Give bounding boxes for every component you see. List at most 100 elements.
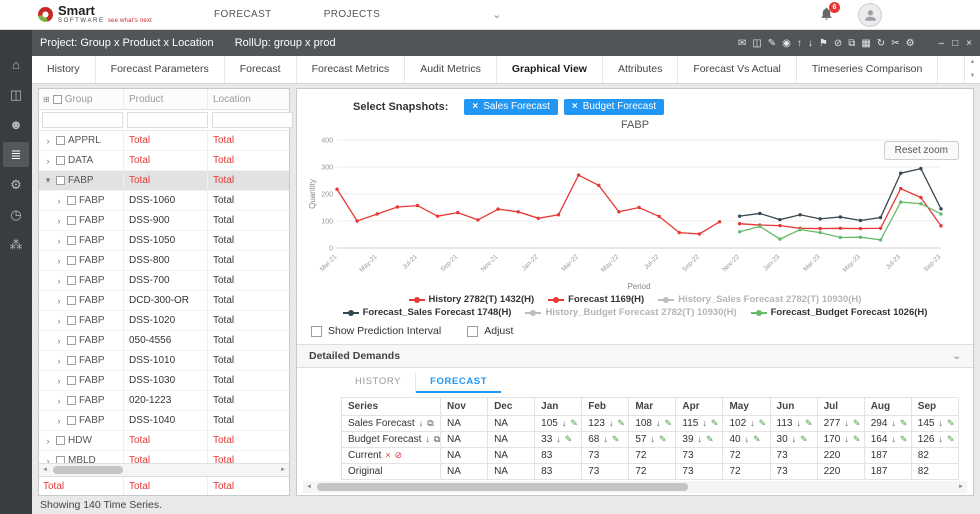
- nav-history-icon[interactable]: ◷: [3, 202, 29, 227]
- tree-row[interactable]: ›DATATotalTotal: [39, 151, 289, 171]
- value-cell[interactable]: 39↓✎: [676, 432, 723, 448]
- restore-icon[interactable]: □: [952, 38, 958, 49]
- column-header[interactable]: Mar: [629, 398, 676, 416]
- collapse-chevron-icon[interactable]: ⌄: [952, 350, 961, 362]
- edit-icon[interactable]: ✎: [612, 434, 620, 444]
- edit-icon[interactable]: ✎: [947, 434, 955, 444]
- legend-item[interactable]: Forecast_Budget Forecast 1026(H): [751, 307, 928, 318]
- row-checkbox[interactable]: [67, 216, 76, 225]
- tree-row[interactable]: ›FABPDSS-1040Total: [39, 411, 289, 431]
- row-checkbox[interactable]: [56, 156, 65, 165]
- value-cell[interactable]: 40↓✎: [723, 432, 770, 448]
- arrow-down-icon[interactable]: ↓: [750, 418, 755, 428]
- column-header[interactable]: Aug: [864, 398, 911, 416]
- edit-icon[interactable]: ✎: [853, 418, 861, 428]
- record-icon[interactable]: ◉: [782, 38, 791, 49]
- row-checkbox[interactable]: [56, 176, 65, 185]
- edit-icon[interactable]: ✎: [900, 434, 908, 444]
- row-checkbox[interactable]: [67, 316, 76, 325]
- report-icon[interactable]: ◫: [752, 38, 761, 49]
- value-cell[interactable]: 123↓✎: [582, 416, 629, 432]
- tab-history[interactable]: History: [32, 56, 96, 83]
- grid-icon[interactable]: ▦: [861, 38, 870, 49]
- scroll-down-icon[interactable]: ▼: [965, 70, 980, 84]
- notifications-button[interactable]: 6: [819, 6, 834, 24]
- tree-row[interactable]: ›FABPDSS-1010Total: [39, 351, 289, 371]
- arrow-down-icon[interactable]: ↓: [745, 434, 750, 444]
- menu-forecast[interactable]: FORECAST: [214, 9, 272, 20]
- tab-forecast[interactable]: Forecast: [225, 56, 297, 83]
- mail-icon[interactable]: ✉: [738, 38, 746, 49]
- nav-reports-icon[interactable]: ◫: [3, 82, 29, 107]
- edit-icon[interactable]: ✎: [900, 418, 908, 428]
- tree-row[interactable]: ›FABPDSS-1020Total: [39, 311, 289, 331]
- edit-icon[interactable]: ✎: [805, 418, 813, 428]
- tree-row[interactable]: ›MBLDTotalTotal: [39, 451, 289, 463]
- column-header[interactable]: Nov: [441, 398, 488, 416]
- column-header[interactable]: Sep: [911, 398, 958, 416]
- row-checkbox[interactable]: [67, 236, 76, 245]
- tree-row[interactable]: ›FABPDSS-1050Total: [39, 231, 289, 251]
- tree-row[interactable]: ›APPRLTotalTotal: [39, 131, 289, 151]
- tree-row[interactable]: ›FABPDSS-900Total: [39, 211, 289, 231]
- sort-icon[interactable]: ↓: [425, 434, 430, 444]
- legend-item[interactable]: History 2782(T) 1432(H): [409, 294, 535, 305]
- nav-settings-icon[interactable]: ⚙: [3, 172, 29, 197]
- tab-graphical-view[interactable]: Graphical View: [497, 56, 603, 83]
- product-filter-input[interactable]: [127, 112, 208, 128]
- scroll-left-icon[interactable]: ◄: [39, 467, 51, 473]
- value-cell[interactable]: 294↓✎: [864, 416, 911, 432]
- sort-icon[interactable]: ↓: [419, 418, 424, 428]
- cut-icon[interactable]: ✂: [891, 38, 899, 49]
- scroll-up-icon[interactable]: ▲: [965, 56, 980, 70]
- column-header[interactable]: Apr: [676, 398, 723, 416]
- arrow-down-icon[interactable]: ↓: [792, 434, 797, 444]
- legend-item[interactable]: History_Budget Forecast 2782(T) 10930(H): [525, 307, 736, 318]
- download-icon[interactable]: ↓: [808, 38, 813, 49]
- row-checkbox[interactable]: [56, 436, 65, 445]
- edit-icon[interactable]: ✎: [570, 418, 578, 428]
- detailed-demands-header[interactable]: Detailed Demands ⌄: [297, 344, 973, 368]
- select-all-checkbox[interactable]: [53, 95, 62, 104]
- column-header[interactable]: Series: [342, 398, 441, 416]
- edit-icon[interactable]: ✎: [706, 434, 714, 444]
- delete-icon[interactable]: ⊘: [395, 450, 403, 460]
- arrow-down-icon[interactable]: ↓: [656, 418, 661, 428]
- detail-tab-forecast[interactable]: FORECAST: [416, 373, 501, 393]
- arrow-down-icon[interactable]: ↓: [702, 418, 707, 428]
- value-cell[interactable]: 30↓✎: [770, 432, 817, 448]
- arrow-down-icon[interactable]: ↓: [797, 418, 802, 428]
- tree-hscrollbar[interactable]: ◄ ►: [39, 463, 289, 476]
- value-cell[interactable]: 126↓✎: [911, 432, 958, 448]
- tab-audit-metrics[interactable]: Audit Metrics: [405, 56, 497, 83]
- value-cell[interactable]: 164↓✎: [864, 432, 911, 448]
- delete-icon[interactable]: ⊘: [834, 38, 842, 49]
- settings-icon[interactable]: ⚙: [906, 38, 915, 49]
- expand-icon[interactable]: ›: [54, 276, 64, 286]
- arrow-down-icon[interactable]: ↓: [844, 418, 849, 428]
- reset-zoom-button[interactable]: Reset zoom: [884, 141, 959, 160]
- edit-icon[interactable]: ✎: [759, 418, 767, 428]
- snapshot-chip[interactable]: ×Sales Forecast: [464, 99, 558, 115]
- arrow-down-icon[interactable]: ↓: [562, 418, 567, 428]
- expand-icon[interactable]: ›: [54, 356, 64, 366]
- arrow-down-icon[interactable]: ↓: [603, 434, 608, 444]
- arrow-down-icon[interactable]: ↓: [844, 434, 849, 444]
- row-checkbox[interactable]: [67, 336, 76, 345]
- tab-forecast-metrics[interactable]: Forecast Metrics: [297, 56, 406, 83]
- tab-attributes[interactable]: Attributes: [603, 56, 678, 83]
- row-checkbox[interactable]: [67, 376, 76, 385]
- expand-icon[interactable]: ›: [54, 316, 64, 326]
- row-checkbox[interactable]: [67, 196, 76, 205]
- detail-tab-history[interactable]: HISTORY: [341, 373, 416, 393]
- value-cell[interactable]: 145↓✎: [911, 416, 958, 432]
- row-checkbox[interactable]: [67, 416, 76, 425]
- value-cell[interactable]: 277↓✎: [817, 416, 864, 432]
- flag-icon[interactable]: ⚑: [819, 38, 828, 49]
- scroll-left-icon[interactable]: ◄: [303, 484, 315, 490]
- scroll-right-icon[interactable]: ►: [277, 467, 289, 473]
- forecast-chart[interactable]: 0100200300400Mar-21May-21Jul-21Sep-21Nov…: [307, 132, 951, 292]
- value-cell[interactable]: 105↓✎: [535, 416, 582, 432]
- arrow-down-icon[interactable]: ↓: [938, 418, 943, 428]
- tree-row[interactable]: ›FABP050-4556Total: [39, 331, 289, 351]
